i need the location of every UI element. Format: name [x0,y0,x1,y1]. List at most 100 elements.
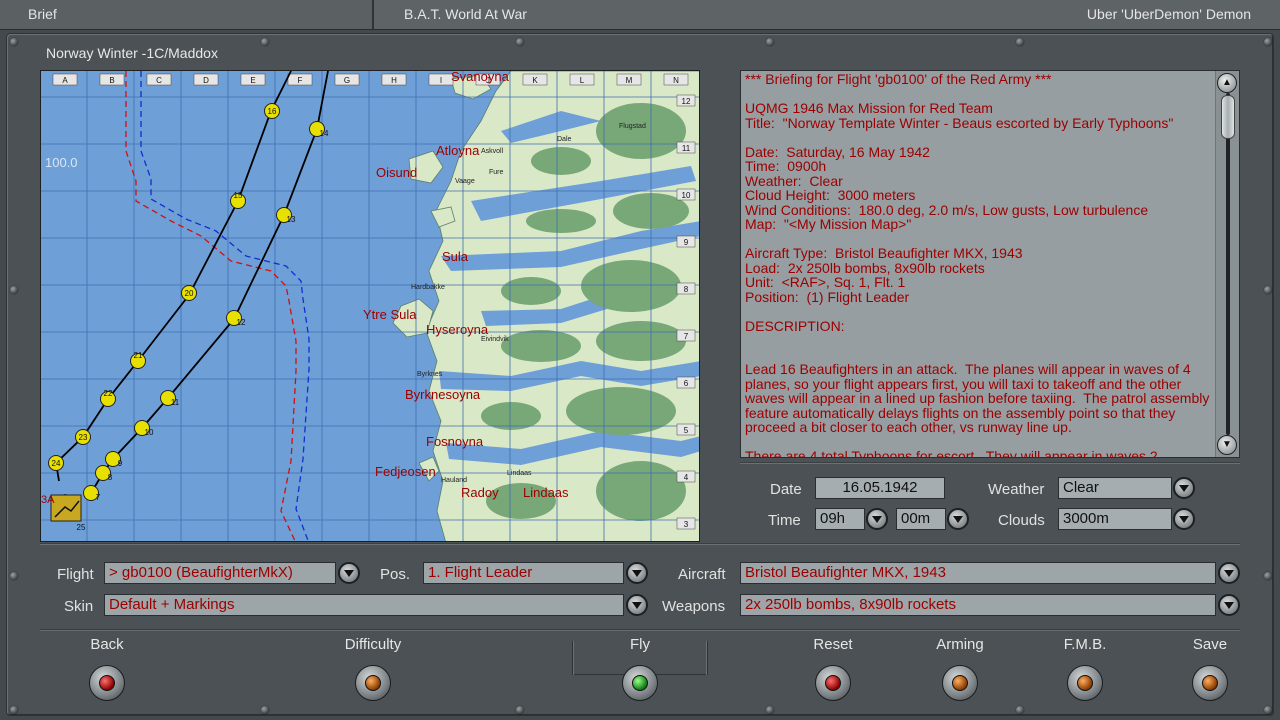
col-a: A [62,76,68,85]
col-c: C [156,76,162,85]
reset-light-icon[interactable] [815,665,851,701]
briefing-text: *** Briefing for Flight 'gb0100' of the … [745,71,1214,458]
col-n: N [673,76,679,85]
amber-lens-icon [952,675,968,691]
minute-select[interactable]: 00m [896,508,946,530]
arming-light-icon[interactable] [942,665,978,701]
scroll-track [1226,93,1230,435]
divider [740,462,1240,464]
pos-dropdown-icon[interactable] [626,562,648,584]
user-name: Uber 'UberDemon' Demon [1086,6,1251,22]
skin-select[interactable]: Default + Markings [104,594,624,616]
back-light-icon[interactable] [89,665,125,701]
hour-dropdown-icon[interactable] [866,508,888,530]
difficulty-light-icon[interactable] [355,665,391,701]
svg-text:12: 12 [237,318,246,327]
briefing-text-box[interactable]: *** Briefing for Flight 'gb0100' of the … [740,70,1240,458]
label-byrknesoyna: Byrknesoyna [405,387,481,402]
pos-select[interactable]: 1. Flight Leader [423,562,624,584]
fmb-button[interactable]: F.M.B. [1025,636,1145,701]
scroll-thumb[interactable] [1221,95,1235,139]
rivet-icon [1016,706,1024,714]
svg-text:Eivindvik: Eivindvik [481,336,509,343]
svg-text:21: 21 [134,351,143,360]
clouds-select[interactable]: 3000m [1058,508,1172,530]
weather-dropdown-icon[interactable] [1173,477,1195,499]
label-svanoyna: Svanoyna [451,71,510,84]
title-bar: Brief B.A.T. World At War Uber 'UberDemo… [0,0,1280,30]
label-ytre-sula: Ytre Sula [363,307,417,322]
flight-dropdown-icon[interactable] [338,562,360,584]
weather-label: Weather [988,481,1045,498]
svg-text:Dale: Dale [557,136,572,143]
col-k: K [532,76,538,85]
rivet-icon [516,706,524,714]
svg-text:Byrknes: Byrknes [417,371,443,378]
date-field[interactable]: 16.05.1942 [815,477,945,499]
reset-button[interactable]: Reset [773,636,893,701]
app-title: B.A.T. World At War [404,6,527,22]
svg-text:7: 7 [96,493,101,502]
svg-text:Lindaas: Lindaas [507,470,532,477]
row-4: 4 [684,473,689,482]
save-light-icon[interactable] [1192,665,1228,701]
fly-light-icon[interactable] [622,665,658,701]
aircraft-select[interactable]: Bristol Beaufighter MKX, 1943 [740,562,1216,584]
col-m: M [626,76,633,85]
rivet-icon [516,38,524,46]
rivet-icon [10,286,18,294]
difficulty-button[interactable]: Difficulty [313,636,433,701]
rivet-icon [1264,38,1272,46]
skin-dropdown-icon[interactable] [626,594,648,616]
clouds-dropdown-icon[interactable] [1173,508,1195,530]
clouds-label: Clouds [998,512,1045,529]
rivet-icon [261,38,269,46]
save-button[interactable]: Save [1150,636,1270,701]
amber-lens-icon [1202,675,1218,691]
scroll-down-icon[interactable]: ▼ [1217,435,1237,455]
back-button[interactable]: Back [47,636,167,701]
label-radoy: Radoy [461,485,499,500]
flight-label: Flight [57,566,94,583]
arming-label: Arming [936,636,984,653]
rivet-icon [1264,286,1272,294]
col-l: L [580,76,585,85]
col-i: I [440,76,442,85]
date-label: Date [770,481,802,498]
col-b: B [109,76,114,85]
fly-button[interactable]: Fly [580,636,700,701]
label-fosnoyna: Fosnoyna [426,434,484,449]
weather-select[interactable]: Clear [1058,477,1172,499]
rivet-icon [1016,38,1024,46]
hour-select[interactable]: 09h [815,508,865,530]
mission-map[interactable]: A B C D E F G H I J K L M N 12 11 10 9 8… [40,70,700,542]
flight-select[interactable]: > gb0100 (BeaufighterMkX) [104,562,336,584]
col-h: H [391,76,397,85]
svg-text:25: 25 [77,523,86,532]
red-lens-icon [99,675,115,691]
rivet-icon [1264,706,1272,714]
svg-text:22: 22 [104,389,113,398]
amber-lens-icon [1077,675,1093,691]
label-atloyna: Atloyna [436,143,480,158]
arming-button[interactable]: Arming [900,636,1020,701]
briefing-scrollbar[interactable]: ▲ ▼ [1215,71,1239,457]
rivet-icon [10,706,18,714]
minute-dropdown-icon[interactable] [947,508,969,530]
fmb-label: F.M.B. [1063,636,1107,653]
weapons-select[interactable]: 2x 250lb bombs, 8x90lb rockets [740,594,1216,616]
svg-text:Flugstad: Flugstad [619,123,646,130]
fmb-light-icon[interactable] [1067,665,1103,701]
row-3: 3 [684,520,689,529]
rivet-icon [766,706,774,714]
weapons-dropdown-icon[interactable] [1218,594,1240,616]
weapons-label: Weapons [662,598,726,615]
row-8: 8 [684,285,689,294]
scroll-up-icon[interactable]: ▲ [1217,73,1237,93]
map-canvas[interactable]: A B C D E F G H I J K L M N 12 11 10 9 8… [41,71,700,542]
svg-text:14: 14 [320,129,329,138]
tab-brief[interactable]: Brief [0,0,374,29]
svg-text:11: 11 [171,398,180,407]
col-g: G [344,76,350,85]
aircraft-dropdown-icon[interactable] [1218,562,1240,584]
